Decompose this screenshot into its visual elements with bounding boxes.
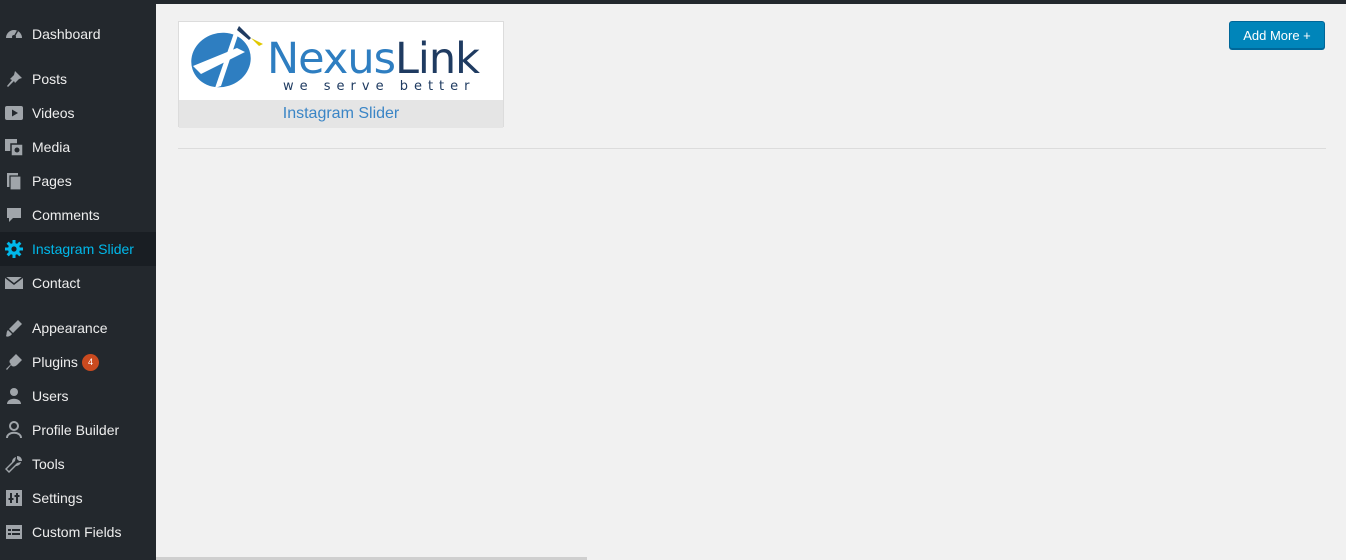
add-more-button[interactable]: Add More + [1229,21,1325,49]
main-content: NexusLink we serve better Instagram Slid… [156,4,1346,560]
sidebar-item-label: Plugins [32,354,78,370]
sidebar-item-appearance[interactable]: Appearance [0,311,156,345]
media-icon [4,137,24,157]
sidebar-item-tools[interactable]: Tools [0,447,156,481]
sidebar-item-settings[interactable]: Settings [0,481,156,515]
update-count-badge: 4 [82,353,99,371]
mail-icon [4,273,24,293]
gear-icon [4,239,24,259]
content-divider [178,148,1326,149]
sidebar-item-label: Settings [32,490,83,506]
sidebar-item-label: Profile Builder [32,422,120,438]
pin-icon [4,69,24,89]
sidebar-item-label: Dashboard [32,26,101,42]
sidebar-item-label: Media [32,139,71,155]
plugin-icon [4,352,24,372]
sidebar-item-profile-builder[interactable]: Profile Builder [0,413,156,447]
sidebar-item-label: Comments [32,207,100,223]
settings-icon [4,488,24,508]
wrench-icon [4,454,24,474]
sidebar-item-comments[interactable]: Comments [0,198,156,232]
brand-link: Link [394,34,480,84]
plugin-logo-card: NexusLink we serve better Instagram Slid… [178,21,504,128]
nexuslink-logo: NexusLink we serve better [179,22,503,99]
pages-icon [4,171,24,191]
video-icon [4,103,24,123]
comment-icon [4,205,24,225]
brand-wordmark: NexusLink [267,34,480,84]
sidebar-item-users[interactable]: Users [0,379,156,413]
sidebar-item-label: Tools [32,456,65,472]
table-icon [4,522,24,542]
admin-sidebar: Dashboard Posts Videos Media Pages Comme… [0,0,156,560]
sidebar-item-label: Videos [32,105,75,121]
sidebar-item-label: Users [32,388,69,404]
sidebar-item-dashboard[interactable]: Dashboard [0,17,156,51]
brand-nexus: Nexus [267,34,396,84]
sidebar-item-label: Posts [32,71,68,87]
sidebar-item-custom-fields[interactable]: Custom Fields [0,515,156,549]
sidebar-item-pages[interactable]: Pages [0,164,156,198]
sidebar-item-plugins[interactable]: Plugins 4 [0,345,156,379]
user-icon [4,386,24,406]
brand-tagline: we serve better [283,79,476,94]
sidebar-item-contact[interactable]: Contact [0,266,156,300]
sidebar-item-label: Instagram Slider [32,241,134,257]
sidebar-item-label: Appearance [32,320,108,336]
sidebar-item-label: Contact [32,275,81,291]
sidebar-item-instagram-slider[interactable]: Instagram Slider [0,232,156,266]
sidebar-item-label: Custom Fields [32,524,122,540]
plugin-caption: Instagram Slider [179,100,503,128]
sidebar-item-media[interactable]: Media [0,130,156,164]
sidebar-item-label: Pages [32,173,72,189]
sidebar-item-videos[interactable]: Videos [0,96,156,130]
dashboard-icon [4,24,24,44]
profile-icon [4,420,24,440]
brush-icon [4,318,24,338]
sidebar-item-posts[interactable]: Posts [0,62,156,96]
